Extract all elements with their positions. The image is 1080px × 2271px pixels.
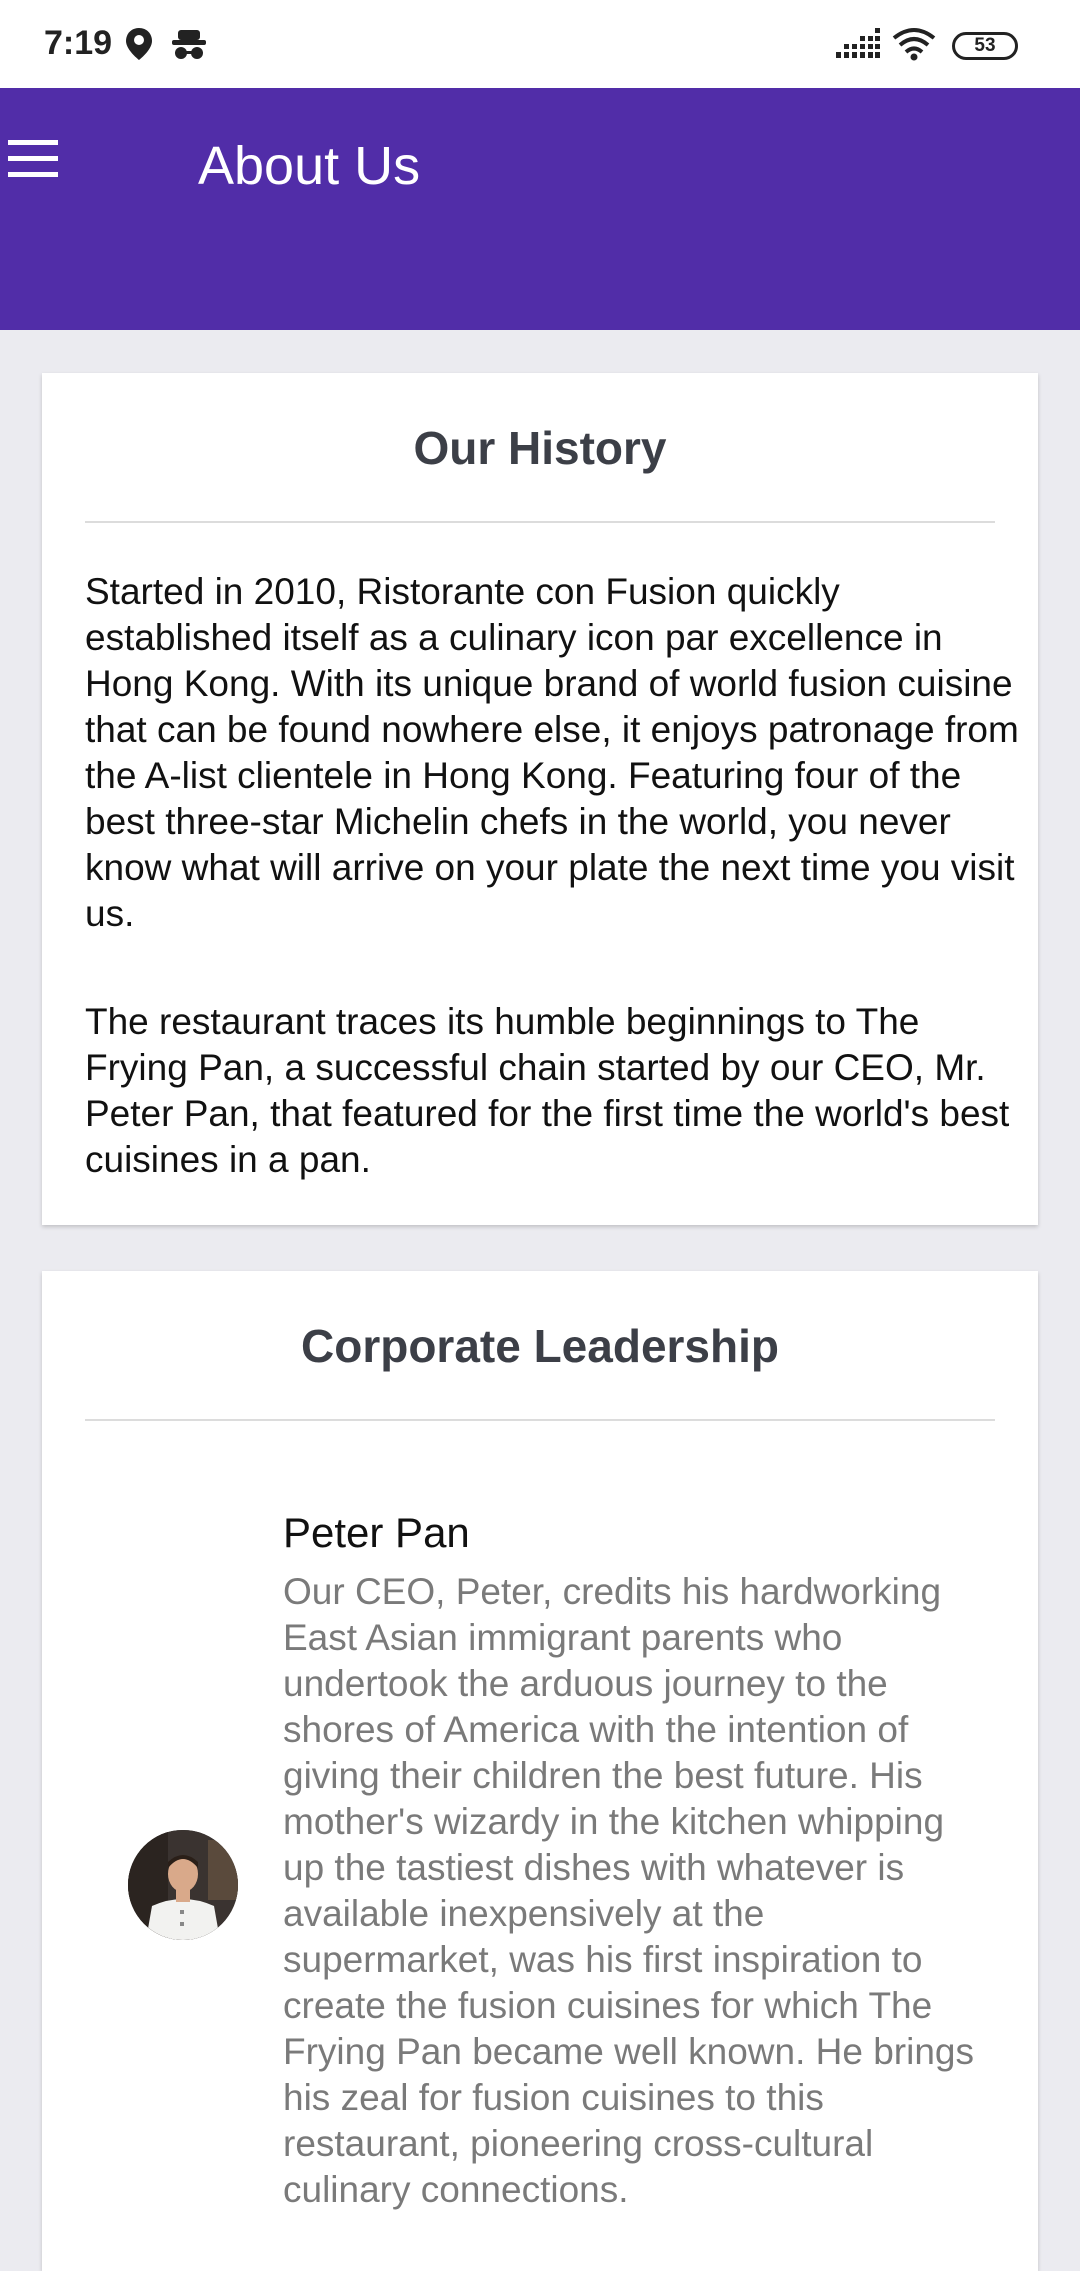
battery-icon: 53 (952, 32, 1018, 60)
incognito-icon (172, 30, 206, 59)
leadership-divider (85, 1419, 995, 1421)
leadership-card: Corporate Leadership Peter Pan Our CEO, … (42, 1271, 1038, 2271)
history-card: Our History Started in 2010, Ristorante … (42, 373, 1038, 1225)
signal-icon (836, 28, 880, 58)
leader-photo (128, 1830, 238, 1940)
history-title: Our History (413, 422, 667, 474)
leader-name: Peter Pan (283, 1509, 470, 1556)
wifi-icon (892, 28, 936, 61)
history-paragraph-1: Started in 2010, Ristorante con Fusion q… (85, 571, 1019, 934)
history-paragraph-2: The restaurant traces its humble beginni… (85, 1001, 1010, 1180)
leadership-title: Corporate Leadership (301, 1320, 779, 1372)
menu-icon[interactable] (4, 138, 64, 198)
status-bar: 7:19 53 (0, 0, 1080, 88)
app-toolbar (0, 88, 1080, 330)
leader-avatar (128, 1830, 238, 1940)
history-divider (85, 521, 995, 523)
leader-description: Our CEO, Peter, credits his hardworking … (283, 1571, 974, 2210)
location-icon (126, 28, 152, 60)
status-time: 7:19 (44, 24, 113, 62)
page-title: About Us (198, 136, 421, 196)
